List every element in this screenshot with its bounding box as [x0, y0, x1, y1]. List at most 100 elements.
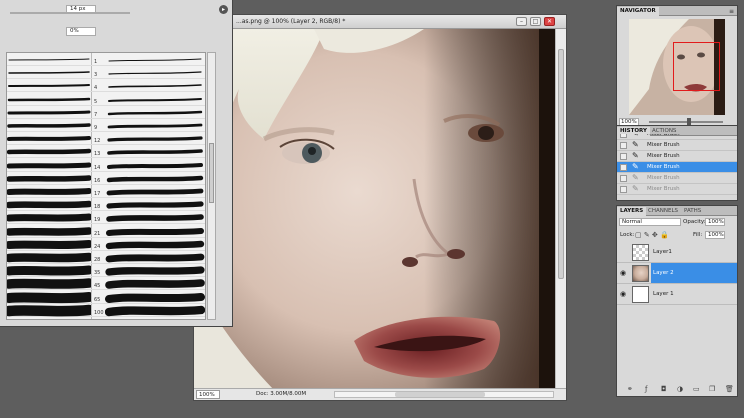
document-size-info: Doc: 3.00M/8.00M — [256, 391, 307, 397]
brush-size-number: 12 — [94, 138, 101, 145]
history-brush-checkbox[interactable] — [620, 142, 627, 149]
brush-preset-row[interactable]: 7 — [7, 106, 205, 119]
brush-stroke-preview — [8, 71, 90, 74]
brush-stroke-preview — [7, 213, 91, 222]
spacing-field[interactable]: 0% — [66, 27, 96, 36]
visibility-eye-icon[interactable] — [620, 249, 628, 256]
brush-preset-row[interactable]: 13 — [7, 145, 205, 159]
brush-size-number: 9 — [94, 125, 98, 131]
history-brush-checkbox[interactable] — [620, 164, 627, 171]
restore-button[interactable]: □ — [530, 17, 541, 26]
brush-preset-row[interactable]: 21 — [7, 225, 205, 238]
vertical-scrollbar[interactable] — [555, 29, 566, 390]
brush-preset-row[interactable]: 5 — [7, 93, 205, 106]
tab-navigator[interactable]: NAVIGATOR — [617, 7, 659, 16]
history-brush-checkbox[interactable] — [620, 134, 627, 138]
brush-preset-row[interactable]: 28 — [7, 251, 205, 264]
brush-preset-row[interactable]: 4 — [7, 79, 205, 93]
layer-row[interactable]: ◉ Layer 1 — [617, 284, 737, 305]
new-layer-icon[interactable]: ❐ — [709, 385, 715, 393]
brush-size-number: 19 — [94, 217, 101, 224]
brush-preset-row[interactable]: 9 — [7, 119, 205, 132]
brush-stroke-preview — [108, 97, 202, 102]
fill-field[interactable]: 100% — [705, 231, 725, 239]
layer-row[interactable]: ◉ Layer 2 — [617, 263, 737, 284]
brush-stroke-preview — [7, 304, 91, 317]
mixer-brush-icon: ✎ — [632, 184, 639, 193]
add-mask-icon[interactable]: ◘ — [661, 385, 667, 393]
link-layers-icon[interactable]: ⚭ — [627, 385, 633, 393]
brush-preset-row[interactable]: 14 — [7, 159, 205, 172]
brush-preset-row[interactable]: 16 — [7, 172, 205, 185]
brush-presets-panel: 14 px ▸ 0% 1 3 4 5 7 9 12 13 14 16 17 18 19 21 24 28 35 4… — [0, 0, 233, 327]
blend-mode-select[interactable]: Normal — [619, 218, 681, 226]
panel-menu-icon[interactable]: ▸ — [219, 5, 228, 14]
history-state-item[interactable]: ✎ Mixer Brush — [617, 151, 737, 162]
trash-icon[interactable]: 🗑 — [725, 385, 734, 393]
mixer-brush-icon: ✎ — [632, 162, 639, 171]
tab-layers[interactable]: LAYERS — [617, 207, 647, 216]
brush-preset-row[interactable]: 1 — [7, 53, 205, 66]
brush-stroke-preview — [8, 84, 90, 88]
brush-stroke-preview — [106, 188, 204, 196]
brush-preset-row[interactable]: 19 — [7, 211, 205, 225]
close-button[interactable]: ✕ — [544, 17, 555, 26]
navigator-view-box[interactable] — [673, 42, 720, 91]
history-brush-checkbox[interactable] — [620, 186, 627, 193]
brush-preset-row[interactable]: 24 — [7, 238, 205, 251]
brush-preset-row[interactable]: 35 — [7, 264, 205, 278]
visibility-eye-icon[interactable]: ◉ — [620, 270, 628, 277]
layers-list: Layer1 ◉ Layer 2 ◉ Layer 1 — [617, 242, 737, 306]
history-item-label: Mixer Brush — [647, 164, 680, 170]
navigator-zoom-slider[interactable] — [649, 118, 723, 125]
history-brush-checkbox[interactable] — [620, 153, 627, 160]
lock-label: Lock: — [620, 232, 635, 238]
brush-size-number: 45 — [94, 283, 101, 290]
history-state-item[interactable]: ✎ Mixer Brush — [617, 162, 737, 173]
visibility-eye-icon[interactable]: ◉ — [620, 291, 628, 298]
brush-size-number: 13 — [94, 151, 101, 158]
panel-menu-icon[interactable]: ≡ — [729, 8, 734, 15]
brush-preset-row[interactable]: 3 — [7, 66, 205, 80]
portrait-painting — [194, 29, 556, 390]
history-state-item[interactable]: ✎ Mixer Brush — [617, 184, 737, 195]
brush-list-scrollbar[interactable] — [207, 52, 216, 320]
layer-style-icon[interactable]: ƒ — [645, 385, 647, 393]
history-state-item[interactable]: ✎ Mixer Brush — [617, 173, 737, 184]
brush-stroke-preview — [7, 226, 91, 236]
brush-preset-row[interactable]: 65 — [7, 291, 205, 304]
brush-size-number: 65 — [94, 296, 101, 303]
opacity-field[interactable]: 100% — [705, 218, 725, 226]
brush-stroke-preview — [7, 162, 91, 169]
brush-preset-row[interactable]: 17 — [7, 185, 205, 198]
brush-size-number: 7 — [94, 111, 98, 118]
zoom-level-field[interactable]: 100% — [196, 390, 220, 399]
brush-stroke-preview — [106, 214, 204, 223]
new-group-icon[interactable]: ▭ — [693, 385, 700, 393]
mixer-brush-icon: ✎ — [632, 151, 639, 160]
navigator-thumbnail[interactable] — [629, 19, 725, 115]
brush-preset-row[interactable]: 100 — [7, 304, 205, 317]
opacity-label: Opacity: — [683, 219, 706, 225]
brush-preset-row[interactable]: 12 — [7, 132, 205, 146]
brush-stroke-preview — [7, 265, 91, 276]
document-title-bar[interactable]: ...as.png @ 100% (Layer 2, RGB/8) * – □ … — [194, 15, 566, 29]
brush-preset-row[interactable]: 45 — [7, 277, 205, 291]
image-canvas[interactable] — [194, 29, 556, 390]
brush-size-slider[interactable] — [10, 12, 130, 14]
layer-thumbnail — [632, 265, 649, 282]
history-item-label: Mixer Brush — [647, 142, 680, 148]
fill-label: Fill: — [693, 232, 703, 238]
layer-row[interactable]: Layer1 — [617, 242, 737, 263]
history-state-item[interactable]: ✎ Mixer Brush — [617, 140, 737, 151]
horizontal-scrollbar[interactable] — [334, 391, 554, 398]
tab-channels[interactable]: CHANNELS — [645, 207, 681, 216]
tab-paths[interactable]: PATHS — [681, 207, 704, 216]
minimize-button[interactable]: – — [516, 17, 527, 26]
brush-preset-row[interactable]: 18 — [7, 198, 205, 212]
layer-thumbnail — [632, 244, 649, 261]
history-brush-checkbox[interactable] — [620, 175, 627, 182]
lock-icons[interactable]: ▢ ✎ ✥ 🔒 — [635, 231, 669, 239]
brush-stroke-preview — [7, 291, 91, 303]
adjustment-layer-icon[interactable]: ◑ — [677, 385, 683, 393]
